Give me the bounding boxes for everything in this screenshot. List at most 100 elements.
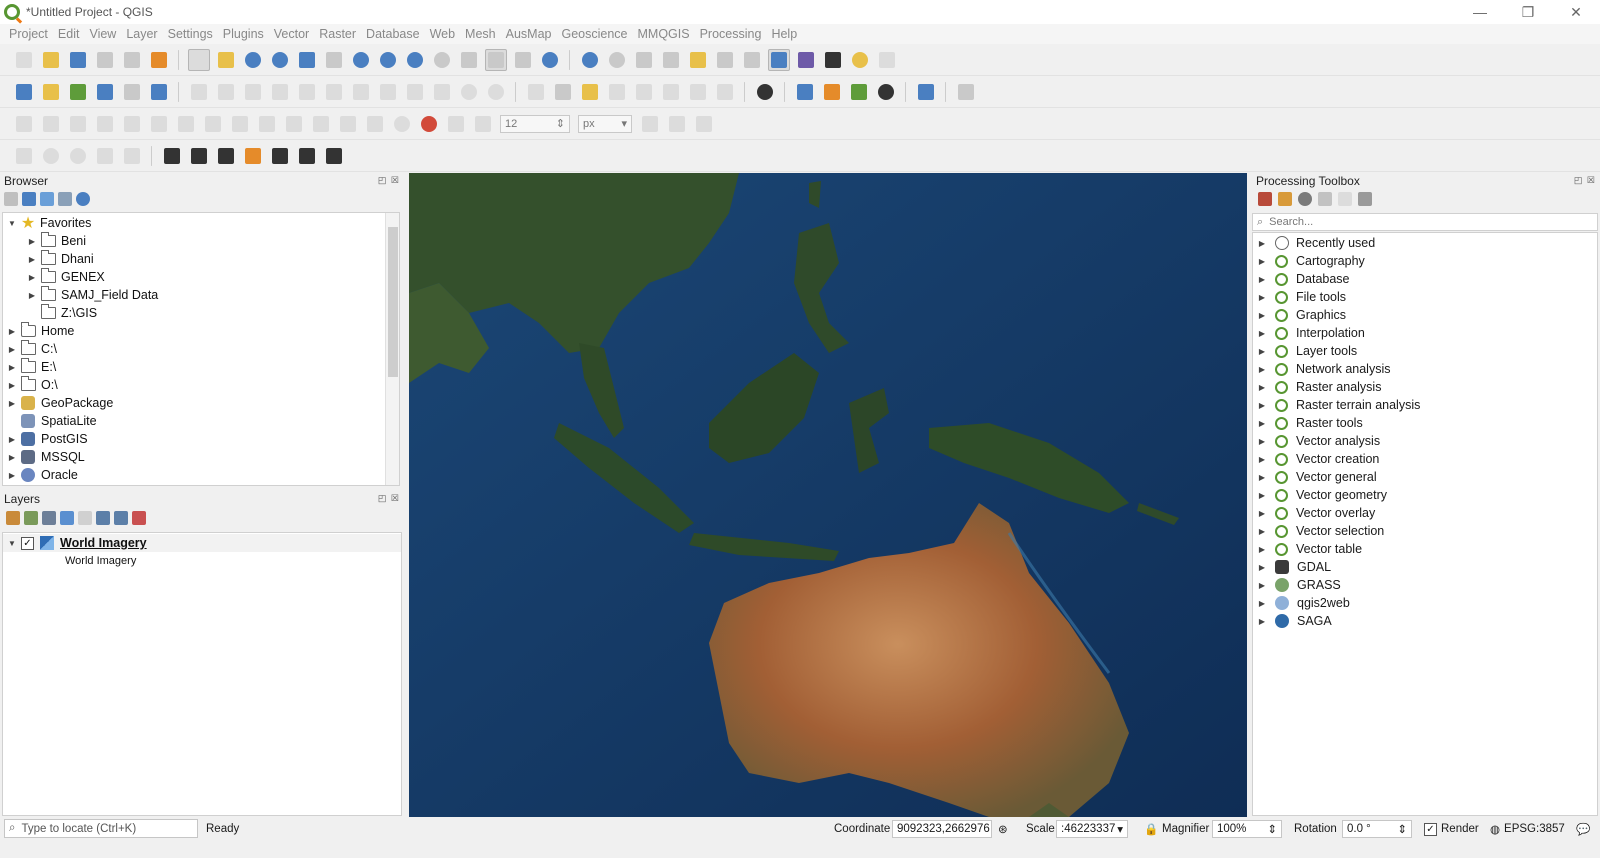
menu-edit[interactable]: Edit [53, 27, 85, 41]
collapsed-arrow-icon[interactable]: ▶ [27, 255, 37, 264]
copy-features-button[interactable] [404, 81, 426, 103]
collapsed-arrow-icon[interactable]: ▶ [1257, 545, 1267, 554]
unit-select[interactable]: px ▾ [578, 114, 632, 133]
advanced-digitizing-button[interactable] [13, 113, 35, 135]
proc-item-vector-geometry[interactable]: ▶ Vector geometry [1253, 486, 1387, 504]
new-project-button[interactable] [13, 49, 35, 71]
avoid-overlap-button[interactable] [693, 113, 715, 135]
globe-button[interactable] [875, 81, 897, 103]
modify-attributes-button[interactable] [323, 81, 345, 103]
menu-layer[interactable]: Layer [121, 27, 162, 41]
zoom-full-button[interactable] [296, 49, 318, 71]
plugin-tool-button[interactable] [955, 81, 977, 103]
delete-ring-button[interactable] [94, 113, 116, 135]
python-console-button[interactable] [794, 81, 816, 103]
tree-item-genex[interactable]: ▶ GENEX [3, 268, 383, 286]
tree-item-beni[interactable]: ▶ Beni [3, 232, 383, 250]
manage-visibility-icon[interactable] [42, 511, 56, 525]
tree-item-samj-field-data[interactable]: ▶ SAMJ_Field Data [3, 286, 383, 304]
select-features-button[interactable] [633, 49, 655, 71]
menu-database[interactable]: Database [361, 27, 425, 41]
expanded-arrow-icon[interactable]: ▼ [7, 219, 17, 228]
refresh-button[interactable] [539, 49, 561, 71]
undo-button[interactable] [458, 81, 480, 103]
menu-raster[interactable]: Raster [314, 27, 361, 41]
gps-button[interactable] [754, 81, 776, 103]
menu-view[interactable]: View [84, 27, 121, 41]
proc-item-gdal[interactable]: ▶ GDAL [1253, 558, 1331, 576]
collapsed-arrow-icon[interactable]: ▶ [1257, 509, 1267, 518]
add-part-button[interactable] [121, 113, 143, 135]
temporal-controller-button[interactable] [484, 48, 507, 71]
collapsed-arrow-icon[interactable]: ▶ [1257, 347, 1267, 356]
menu-geoscience[interactable]: Geoscience [556, 27, 632, 41]
deselect-button[interactable] [687, 49, 709, 71]
proc-item-file-tools[interactable]: ▶ File tools [1253, 288, 1346, 306]
remove-layer-icon[interactable] [132, 511, 146, 525]
tracing-button[interactable] [472, 113, 494, 135]
vertex-tool-button[interactable] [296, 81, 318, 103]
tree-item-c-drive[interactable]: ▶ C:\ [3, 340, 383, 358]
layer-labeling-button[interactable] [552, 81, 574, 103]
menu-vector[interactable]: Vector [269, 27, 314, 41]
snapping-button[interactable] [418, 113, 440, 135]
add-selected-icon[interactable] [4, 192, 18, 206]
menu-mmqgis[interactable]: MMQGIS [633, 27, 695, 41]
plugin-red-button[interactable] [323, 145, 345, 167]
open-attribute-table-button[interactable] [714, 49, 736, 71]
help-button[interactable] [915, 81, 937, 103]
move-label-button[interactable] [633, 81, 655, 103]
collapsed-arrow-icon[interactable]: ▶ [7, 399, 17, 408]
collapsed-arrow-icon[interactable]: ▶ [7, 363, 17, 372]
zoom-to-selection-button[interactable] [323, 49, 345, 71]
collapsed-arrow-icon[interactable]: ▶ [7, 435, 17, 444]
filter-icon[interactable] [40, 192, 54, 206]
menu-mesh[interactable]: Mesh [460, 27, 501, 41]
proc-item-vector-table[interactable]: ▶ Vector table [1253, 540, 1362, 558]
zoom-native-button[interactable] [377, 49, 399, 71]
parallel-lines-button[interactable] [215, 145, 237, 167]
processing-toolbox-button[interactable] [767, 48, 790, 71]
menu-ausmap[interactable]: AusMap [501, 27, 557, 41]
simplify-button[interactable] [229, 113, 251, 135]
history-icon[interactable] [1298, 192, 1312, 206]
expand-all-icon[interactable] [96, 511, 110, 525]
tree-item-z-gis[interactable]: Z:\GIS [3, 304, 383, 322]
proc-item-interpolation[interactable]: ▶ Interpolation [1253, 324, 1365, 342]
messages-icon[interactable]: 💬 [1576, 820, 1590, 838]
tree-item-oracle[interactable]: ▶ Oracle [3, 466, 383, 484]
add-group-icon[interactable] [24, 511, 38, 525]
collapsed-arrow-icon[interactable]: ▶ [1257, 437, 1267, 446]
collapsed-arrow-icon[interactable]: ▶ [1257, 599, 1267, 608]
collapsed-arrow-icon[interactable]: ▶ [1257, 257, 1267, 266]
browser-scrollbar[interactable] [385, 213, 399, 485]
menu-help[interactable]: Help [766, 27, 802, 41]
statistical-summary-button[interactable] [795, 49, 817, 71]
collapsed-arrow-icon[interactable]: ▶ [1257, 329, 1267, 338]
collapsed-arrow-icon[interactable]: ▶ [27, 273, 37, 282]
rotation-spinbox[interactable]: 0.0 ° ⇕ [1338, 820, 1412, 838]
add-virtual-layer-button[interactable] [148, 81, 170, 103]
proc-item-raster-analysis[interactable]: ▶ Raster analysis [1253, 378, 1382, 396]
tree-item-e-drive[interactable]: ▶ E:\ [3, 358, 383, 376]
pin-labels-button[interactable] [579, 81, 601, 103]
menu-settings[interactable]: Settings [163, 27, 218, 41]
proc-item-vector-general[interactable]: ▶ Vector general [1253, 468, 1377, 486]
redo-button[interactable] [485, 81, 507, 103]
proc-item-vector-creation[interactable]: ▶ Vector creation [1253, 450, 1379, 468]
proc-item-recently-used[interactable]: ▶ Recently used [1253, 234, 1375, 252]
proc-item-qgis2web[interactable]: ▶ qgis2web [1253, 594, 1350, 612]
add-feature-button[interactable] [269, 81, 291, 103]
collapsed-arrow-icon[interactable]: ▶ [1257, 581, 1267, 590]
collapsed-arrow-icon[interactable]: ▶ [1257, 419, 1267, 428]
zoom-next-button[interactable] [431, 49, 453, 71]
processing-tree[interactable]: ▶ Recently used ▶ Cartography ▶ Database ▶ F… [1252, 232, 1598, 816]
rotate-label-button[interactable] [660, 81, 682, 103]
menu-web[interactable]: Web [425, 27, 460, 41]
add-vector-layer-button[interactable] [67, 81, 89, 103]
scrollbar-thumb[interactable] [388, 227, 398, 377]
add-raster-layer-button[interactable] [94, 81, 116, 103]
add-wms-layer-button[interactable] [121, 81, 143, 103]
save-project-button[interactable] [67, 49, 89, 71]
add-ellipse-button[interactable] [67, 145, 89, 167]
